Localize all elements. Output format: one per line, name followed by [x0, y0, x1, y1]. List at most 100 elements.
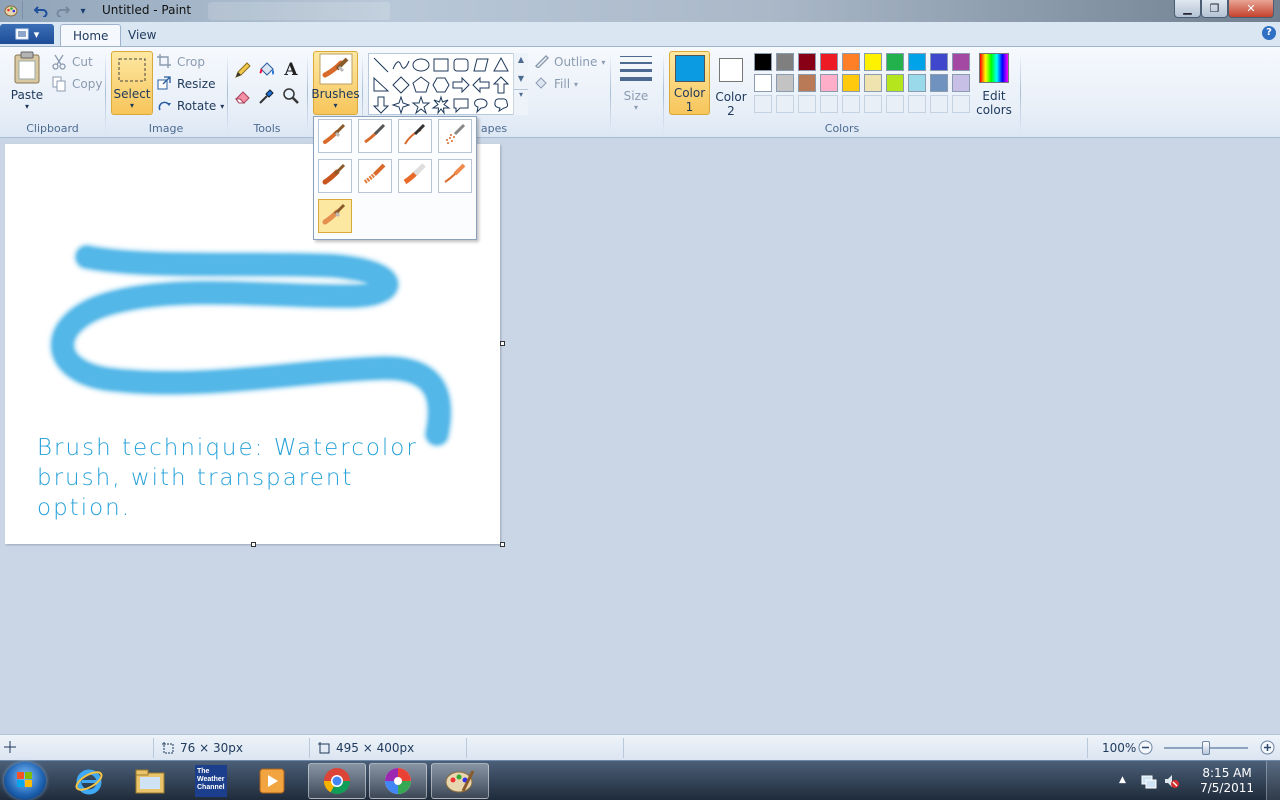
shape-left-arrow-icon[interactable]	[471, 75, 491, 95]
scroll-down-icon[interactable]: ▼	[514, 74, 528, 83]
shape-rounded-rectangle-icon[interactable]	[451, 55, 471, 75]
palette-swatch[interactable]	[930, 74, 948, 92]
palette-swatch[interactable]	[776, 74, 794, 92]
crop-button[interactable]: Crop	[157, 52, 205, 72]
resize-button[interactable]: Resize	[157, 74, 215, 94]
color-picker-icon[interactable]	[257, 86, 277, 106]
minimize-button[interactable]: ▁	[1174, 0, 1201, 18]
help-icon[interactable]: ?	[1262, 26, 1276, 40]
palette-swatch[interactable]	[820, 95, 838, 113]
brush-option-watercolor[interactable]	[318, 199, 352, 233]
palette-swatch[interactable]	[952, 53, 970, 71]
palette-swatch[interactable]	[776, 95, 794, 113]
edit-colors-button[interactable]: Edit colors	[976, 53, 1012, 117]
shape-polygon-icon[interactable]	[471, 55, 491, 75]
select-button[interactable]: Select ▾	[111, 51, 153, 115]
cut-button[interactable]: Cut	[52, 52, 93, 72]
palette-swatch[interactable]	[754, 53, 772, 71]
palette-swatch[interactable]	[842, 53, 860, 71]
palette-swatch[interactable]	[798, 53, 816, 71]
palette-swatch[interactable]	[930, 95, 948, 113]
close-button[interactable]: ✕	[1228, 0, 1274, 18]
canvas-resize-handle-right[interactable]	[500, 341, 505, 346]
palette-swatch[interactable]	[930, 53, 948, 71]
palette-swatch[interactable]	[886, 53, 904, 71]
palette-swatch[interactable]	[842, 74, 860, 92]
palette-swatch[interactable]	[886, 95, 904, 113]
start-button[interactable]	[4, 762, 46, 800]
palette-swatch[interactable]	[908, 95, 926, 113]
shape-six-point-star-icon[interactable]	[431, 95, 451, 115]
palette-swatch[interactable]	[952, 74, 970, 92]
size-button[interactable]: Size ▾	[618, 53, 654, 112]
palette-swatch[interactable]	[798, 74, 816, 92]
shape-four-point-star-icon[interactable]	[391, 95, 411, 115]
paint-taskbar-icon[interactable]	[431, 763, 489, 799]
rotate-button[interactable]: Rotate ▾	[157, 96, 224, 116]
shape-pentagon-icon[interactable]	[411, 75, 431, 95]
shape-cloud-callout-icon[interactable]	[491, 95, 511, 115]
undo-icon[interactable]	[32, 2, 50, 20]
picasa-icon[interactable]	[369, 763, 427, 799]
show-hidden-icons[interactable]: ▲	[1119, 775, 1126, 785]
volume-muted-icon[interactable]	[1163, 773, 1179, 792]
palette-swatch[interactable]	[864, 95, 882, 113]
shape-line-icon[interactable]	[371, 55, 391, 75]
palette-swatch[interactable]	[820, 53, 838, 71]
brush-option-crayon[interactable]	[358, 159, 392, 193]
shape-curve-icon[interactable]	[391, 55, 411, 75]
shape-triangle-icon[interactable]	[491, 55, 511, 75]
customize-qat-icon[interactable]: ▾	[74, 2, 92, 20]
zoom-in-icon[interactable]	[1260, 740, 1275, 755]
zoom-slider-thumb[interactable]	[1202, 741, 1210, 755]
palette-swatch[interactable]	[754, 95, 772, 113]
gallery-expand-icon[interactable]: ▾	[514, 89, 528, 99]
pencil-icon[interactable]	[233, 60, 253, 80]
palette-swatch[interactable]	[908, 53, 926, 71]
brush-option-natural-pencil[interactable]	[438, 159, 472, 193]
weather-channel-icon[interactable]: The Weather Channel	[182, 763, 240, 799]
brushes-button[interactable]: Brushes ▾	[311, 51, 360, 115]
shapes-gallery-scroll[interactable]: ▲ ▼ ▾	[513, 53, 528, 115]
network-icon[interactable]	[1141, 773, 1157, 792]
palette-swatch[interactable]	[842, 95, 860, 113]
text-tool-icon[interactable]: A	[281, 60, 301, 80]
scroll-up-icon[interactable]: ▲	[514, 55, 528, 64]
palette-swatch[interactable]	[908, 74, 926, 92]
shape-up-arrow-icon[interactable]	[491, 75, 511, 95]
brush-option-brush[interactable]	[318, 119, 352, 153]
color2-button[interactable]: Color 2	[714, 51, 748, 118]
brush-option-calligraphy-2[interactable]	[398, 119, 432, 153]
paint-app-icon[interactable]	[2, 2, 20, 20]
palette-swatch[interactable]	[798, 95, 816, 113]
palette-swatch[interactable]	[754, 74, 772, 92]
palette-swatch[interactable]	[952, 95, 970, 113]
palette-swatch[interactable]	[776, 53, 794, 71]
tab-view[interactable]: View	[116, 24, 168, 46]
brush-option-marker[interactable]	[398, 159, 432, 193]
shape-five-point-star-icon[interactable]	[411, 95, 431, 115]
brush-option-calligraphy-1[interactable]	[358, 119, 392, 153]
brush-option-oil[interactable]	[318, 159, 352, 193]
palette-swatch[interactable]	[820, 74, 838, 92]
fill-button[interactable]: Fill ▾	[534, 74, 578, 94]
windows-explorer-icon[interactable]	[121, 763, 179, 799]
shape-hexagon-icon[interactable]	[431, 75, 451, 95]
brush-option-airbrush[interactable]	[438, 119, 472, 153]
palette-swatch[interactable]	[886, 74, 904, 92]
palette-swatch[interactable]	[864, 53, 882, 71]
copy-button[interactable]: Copy	[52, 74, 102, 94]
outline-button[interactable]: Outline ▾	[534, 52, 605, 72]
shape-rounded-callout-icon[interactable]	[451, 95, 471, 115]
show-desktop-button[interactable]	[1266, 761, 1280, 800]
shape-oval-callout-icon[interactable]	[471, 95, 491, 115]
fill-bucket-icon[interactable]	[257, 60, 277, 80]
tab-home[interactable]: Home	[60, 24, 122, 46]
shape-diamond-icon[interactable]	[391, 75, 411, 95]
magnifier-icon[interactable]	[281, 86, 301, 106]
canvas-resize-handle-corner[interactable]	[500, 542, 505, 547]
color1-button[interactable]: Color 1	[669, 51, 710, 115]
maximize-button[interactable]: ❐	[1201, 0, 1228, 18]
shape-down-arrow-icon[interactable]	[371, 95, 391, 115]
chrome-icon[interactable]	[308, 763, 366, 799]
